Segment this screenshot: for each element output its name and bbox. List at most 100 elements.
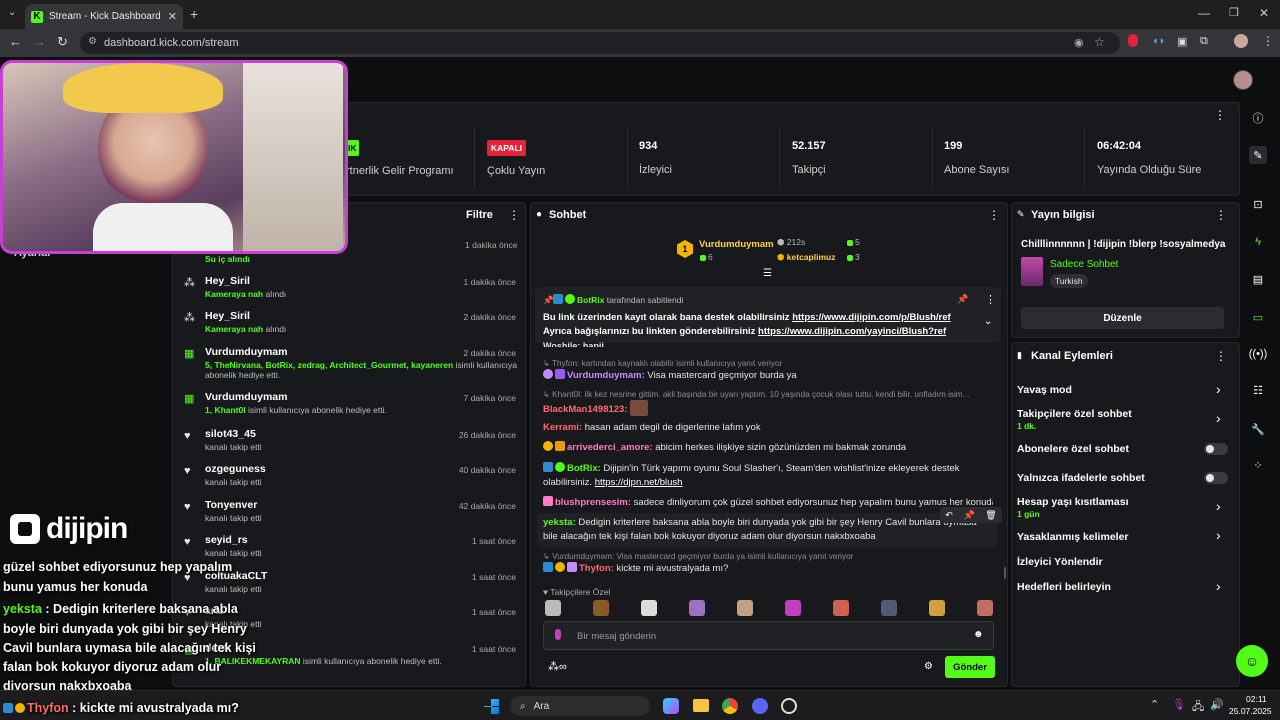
chat-link[interactable]: https://djpn.net/blush [595, 477, 683, 488]
unpin-icon[interactable]: 📌 [957, 294, 968, 305]
extension-box-icon[interactable]: ▣ [1177, 35, 1187, 48]
chat-username[interactable]: BlackMan1498123: [543, 404, 628, 415]
chat-username[interactable]: arrivederci_amore: [567, 442, 653, 453]
send-button[interactable]: Gönder [945, 656, 995, 678]
reply-icon[interactable]: ↶ [945, 510, 953, 521]
activity-username[interactable]: Hey_Siril [205, 310, 250, 322]
emote-icon[interactable] [641, 600, 657, 616]
extensions-icon[interactable]: ⧉ [1200, 35, 1208, 48]
chat-username[interactable]: blushprensesim: [555, 497, 631, 508]
top-gifter-name[interactable]: Vurdumduymam [699, 239, 774, 250]
emote-icon[interactable] [929, 600, 945, 616]
chat-message[interactable]: yeksta: Dedigin kriterlere baksana abla … [543, 516, 983, 544]
activity-menu-icon[interactable]: ⋮ [508, 208, 520, 222]
activity-username[interactable]: Vurdumduymam [205, 346, 287, 358]
subs-only-toggle[interactable] [1204, 443, 1228, 455]
url-field[interactable]: ⚙ dashboard.kick.com/stream ◉ ☆ [80, 32, 1120, 54]
discord-icon[interactable] [752, 698, 768, 714]
slow-mode-item[interactable]: Yavaş mod [1017, 384, 1072, 396]
category-name[interactable]: Sadece Sohbet [1050, 259, 1118, 270]
activity-username[interactable]: Tonyenver [205, 499, 257, 511]
points-icon[interactable]: ⁂∞ [548, 660, 567, 673]
pinned-collapse-icon[interactable]: ⌄ [984, 316, 992, 327]
stats-menu-icon[interactable]: ⋮ [1214, 108, 1226, 122]
restore-icon[interactable]: ❐ [1229, 6, 1239, 19]
chat-scrollbar[interactable] [1004, 567, 1006, 579]
help-chat-button[interactable]: ☺ [1236, 645, 1268, 677]
followers-only-item[interactable]: Takipçilere özel sohbet [1017, 408, 1132, 420]
panels-icon[interactable]: ☷ [1249, 381, 1267, 399]
tracking-off-icon[interactable]: ◉ [1074, 36, 1084, 49]
chrome-icon[interactable] [722, 698, 738, 714]
clock-date[interactable]: 25.07.2025 [1229, 706, 1272, 716]
chevron-right-icon[interactable]: › [1216, 498, 1221, 514]
chat-username[interactable]: Kerrami: [543, 422, 582, 433]
broadcast-icon[interactable]: ((•)) [1249, 345, 1268, 363]
emote-icon[interactable] [737, 600, 753, 616]
volume-icon[interactable]: 🔊 [1210, 698, 1224, 711]
tab-search-icon[interactable]: ⌄ [8, 7, 16, 18]
pinned-link1[interactable]: https://www.dijipin.com/p/Blush/ref [792, 312, 951, 323]
profile-avatar[interactable] [1234, 34, 1248, 48]
account-age-item[interactable]: Hesap yaşı kısıtlaması [1017, 496, 1129, 508]
chevron-right-icon[interactable]: › [1216, 578, 1221, 594]
activity-username[interactable]: silot43_45 [205, 428, 256, 440]
stream-info-menu-icon[interactable]: ⋮ [1215, 208, 1227, 222]
obs-icon[interactable] [781, 698, 797, 714]
emote-icon[interactable] [881, 600, 897, 616]
copilot-icon[interactable] [663, 698, 679, 714]
emoji-picker-icon[interactable]: ☻ [973, 629, 984, 640]
delete-icon[interactable]: 🗑 [985, 510, 996, 521]
activity-username[interactable]: seyid_rs [205, 534, 248, 546]
user-avatar[interactable] [1233, 70, 1253, 90]
emote-icon[interactable] [833, 600, 849, 616]
chat-username[interactable]: Vurdumduymam: [567, 370, 645, 381]
top-other-user[interactable]: ⬢ ketcaplimuz [777, 252, 835, 263]
pinned-link2[interactable]: https://www.dijipin.com/yayinci/Blush?re… [758, 326, 946, 337]
expand-gifters-icon[interactable]: ☰ [763, 268, 772, 279]
activity-username[interactable]: Hey_Siril [205, 275, 250, 287]
file-explorer-icon[interactable] [693, 699, 709, 712]
extension-wave-icon[interactable]: ◖◗ [1152, 35, 1165, 47]
lightning-icon[interactable]: ϟ [1249, 233, 1267, 251]
activity-username[interactable]: Vurdumduymam [205, 391, 287, 403]
chat-icon[interactable]: ▭ [1249, 308, 1267, 326]
bookmark-star-icon[interactable]: ☆ [1094, 35, 1105, 49]
reload-icon[interactable]: ↻ [57, 34, 68, 50]
wrench-icon[interactable]: 🔧 [1249, 420, 1267, 438]
forward-icon[interactable]: → [33, 34, 46, 49]
focus-icon[interactable]: ⊡ [1249, 195, 1267, 213]
minimize-icon[interactable]: — [1198, 6, 1210, 20]
emote-icon[interactable] [785, 600, 801, 616]
taskbar-search[interactable]: ⌕ Ara [510, 696, 650, 716]
chat-username[interactable]: BotRix: [567, 463, 601, 474]
activity-username[interactable]: ozgeguness [205, 463, 266, 475]
chat-menu-icon[interactable]: ⋮ [988, 208, 1000, 222]
site-info-icon[interactable]: ⚙ [88, 36, 97, 47]
chevron-right-icon[interactable]: › [1216, 527, 1221, 543]
chat-username[interactable]: Thyfon: [579, 563, 614, 574]
new-tab-icon[interactable]: + [190, 6, 198, 22]
tray-mic-icon[interactable]: 🎙 [1172, 698, 1186, 711]
tray-chevron-icon[interactable]: ⌃ [1150, 698, 1159, 711]
window-close-icon[interactable]: ✕ [1259, 6, 1269, 20]
chat-username[interactable]: yeksta: [543, 517, 576, 528]
browser-tab[interactable]: K Stream - Kick Dashboard ✕ [25, 4, 183, 29]
emotes-only-toggle[interactable] [1204, 472, 1228, 484]
tab-close-icon[interactable]: ✕ [168, 10, 177, 23]
emote-icon[interactable] [545, 600, 561, 616]
document-icon[interactable]: ▤ [1249, 270, 1267, 288]
banned-words-item[interactable]: Yasaklanmış kelimeler [1017, 531, 1129, 543]
emote-icon[interactable] [977, 600, 993, 616]
network-icon[interactable]: 🖧 [1192, 698, 1204, 717]
edit-pencil-icon[interactable]: ✎ [1249, 146, 1267, 164]
menu-dots-icon[interactable]: ⋮ [1262, 34, 1274, 48]
activity-filter-button[interactable]: Filtre [466, 209, 493, 221]
mic-icon[interactable] [555, 629, 561, 640]
clock-time[interactable]: 02:11 [1246, 694, 1267, 704]
back-icon[interactable]: ← [9, 34, 22, 49]
edit-stream-button[interactable]: Düzenle [1021, 307, 1224, 329]
windows-start-icon[interactable] [484, 699, 499, 714]
pinned-menu-icon[interactable]: ⋮ [985, 293, 996, 306]
more-icon[interactable]: ⁘ [1249, 456, 1267, 474]
